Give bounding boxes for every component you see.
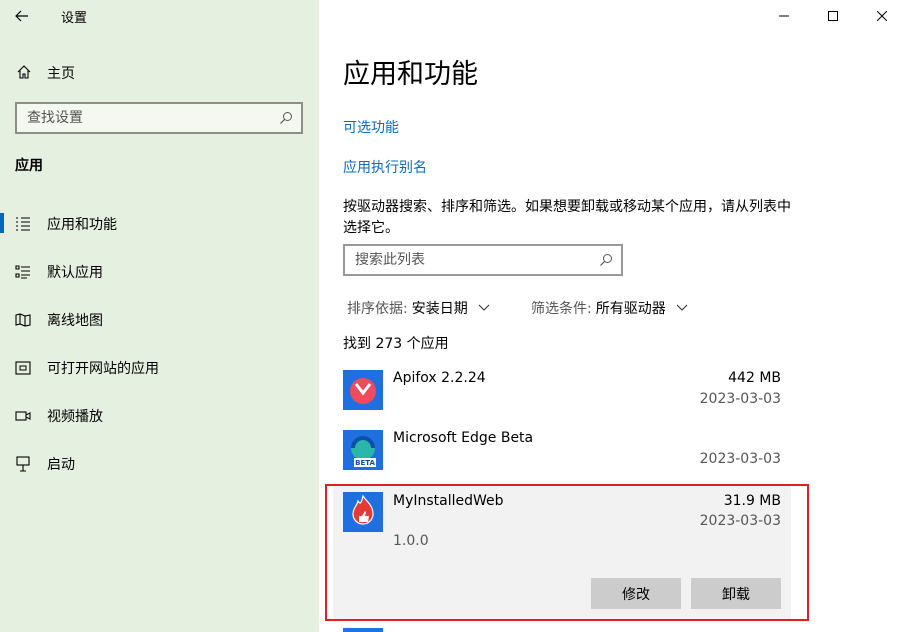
sidebar-item-label: 可打开网站的应用 — [47, 361, 159, 377]
app-name: Apifox 2.2.24 — [393, 370, 486, 386]
svg-text:BETA: BETA — [355, 459, 375, 467]
modify-button[interactable]: 修改 — [591, 578, 681, 609]
settings-search-input[interactable] — [27, 110, 267, 126]
back-button[interactable] — [10, 4, 34, 28]
sort-label: 排序依据: — [347, 301, 408, 317]
uninstall-button[interactable]: 卸载 — [691, 578, 781, 609]
filter-dropdown[interactable]: 筛选条件: 所有驱动器 — [531, 298, 688, 318]
minimize-button[interactable] — [759, 0, 808, 30]
page-title: 应用和功能 — [343, 59, 478, 90]
app-date: 2023-03-03 — [699, 391, 781, 407]
window-title: 设置 — [61, 11, 88, 26]
chevron-down-icon — [676, 300, 688, 316]
sidebar-item-label: 主页 — [47, 66, 75, 82]
home-icon — [16, 64, 32, 84]
app-list-item[interactable]: Apifox 2.2.24 442 MB 2023-03-03 — [333, 364, 791, 424]
search-icon[interactable] — [279, 110, 293, 129]
sidebar-item-label: 离线地图 — [47, 313, 103, 329]
sidebar-item-video-playback[interactable]: 视频播放 — [0, 397, 319, 433]
next-app-icon-partial — [343, 628, 383, 632]
app-list-search-input[interactable] — [355, 252, 585, 268]
section-title: 应用 — [15, 158, 43, 174]
app-count: 找到 273 个应用 — [343, 336, 449, 352]
sidebar-item-startup[interactable]: 启动 — [0, 445, 319, 481]
app-list-item-selected[interactable]: MyInstalledWeb 31.9 MB 2023-03-03 1.0.0 … — [333, 486, 791, 621]
filter-value: 所有驱动器 — [595, 301, 666, 317]
app-size: 31.9 MB — [723, 493, 781, 509]
search-icon[interactable] — [599, 252, 613, 271]
minimize-icon — [778, 6, 789, 25]
sidebar-item-label: 视频播放 — [47, 409, 103, 425]
apps-list-icon — [15, 216, 31, 235]
startup-icon — [15, 456, 31, 476]
settings-search-field[interactable] — [15, 102, 303, 134]
app-name: Microsoft Edge Beta — [393, 430, 534, 446]
main-content: 应用和功能 可选功能 应用执行别名 按驱动器搜索、排序和筛选。如果想要卸载或移动… — [319, 0, 906, 632]
video-playback-icon — [15, 408, 31, 427]
optional-features-link[interactable]: 可选功能 — [343, 117, 399, 137]
sidebar-item-label: 默认应用 — [47, 265, 103, 281]
close-icon — [876, 6, 887, 25]
titlebar-left: 设置 — [0, 0, 319, 32]
app-date: 2023-03-03 — [699, 513, 781, 529]
sidebar-item-label: 启动 — [47, 457, 75, 473]
description-text: 按驱动器搜索、排序和筛选。如果想要卸载或移动某个应用，请从列表中选择它。 — [343, 199, 791, 236]
apifox-app-icon — [343, 370, 383, 410]
chevron-down-icon — [478, 300, 490, 316]
close-button[interactable] — [857, 0, 906, 30]
app-name: MyInstalledWeb — [393, 493, 504, 509]
myinstalledweb-app-icon — [343, 492, 383, 532]
default-apps-icon — [15, 264, 31, 283]
filter-label: 筛选条件: — [531, 301, 592, 317]
sidebar-item-apps-for-websites[interactable]: 可打开网站的应用 — [0, 349, 319, 385]
selection-indicator — [0, 213, 4, 233]
sidebar-item-home[interactable]: 主页 — [0, 58, 319, 86]
sidebar-item-label: 应用和功能 — [47, 217, 117, 233]
app-list-search-field[interactable] — [343, 244, 623, 276]
sidebar-item-offline-maps[interactable]: 离线地图 — [0, 301, 319, 337]
sort-value: 安装日期 — [411, 301, 468, 317]
edge-beta-app-icon: BETA — [343, 430, 383, 470]
maximize-button[interactable] — [808, 0, 857, 30]
app-list-item[interactable]: BETA Microsoft Edge Beta 2023-03-03 — [333, 424, 791, 484]
sidebar-item-apps-features[interactable]: 应用和功能 — [0, 205, 319, 241]
apps-for-websites-icon — [15, 360, 31, 379]
sort-dropdown[interactable]: 排序依据: 安装日期 — [347, 298, 490, 318]
app-date: 2023-03-03 — [699, 451, 781, 467]
sidebar-item-default-apps[interactable]: 默认应用 — [0, 253, 319, 289]
window-controls — [759, 0, 906, 32]
app-version: 1.0.0 — [393, 533, 429, 549]
back-arrow-icon — [15, 7, 29, 26]
offline-map-icon — [15, 312, 31, 331]
app-size: 442 MB — [728, 370, 781, 386]
sidebar: 设置 主页 应用 应用和功能 默认应用 离线地图 — [0, 0, 319, 632]
app-execution-aliases-link[interactable]: 应用执行别名 — [343, 157, 427, 177]
maximize-icon — [827, 6, 838, 25]
